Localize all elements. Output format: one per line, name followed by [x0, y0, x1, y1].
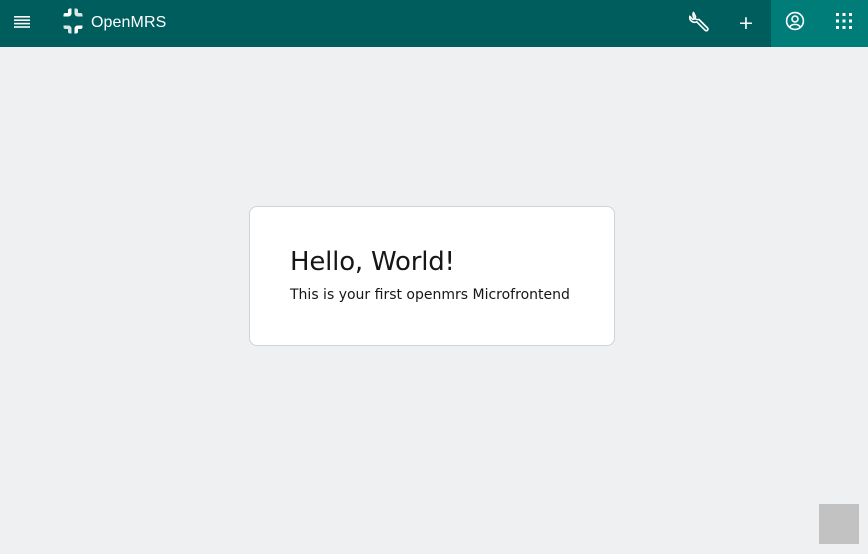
openmrs-logo[interactable]: OpenMRS: [60, 8, 167, 39]
plus-icon: +: [738, 12, 754, 34]
wrench-icon: [688, 10, 711, 37]
hello-world-card: Hello, World! This is your first openmrs…: [249, 206, 615, 346]
user-avatar-icon: [785, 11, 805, 36]
add-button[interactable]: +: [724, 0, 768, 47]
app-switcher-button[interactable]: [819, 0, 868, 47]
hamburger-menu-button[interactable]: [0, 0, 44, 47]
hamburger-menu-icon: [14, 15, 30, 33]
top-navigation-bar: OpenMRS +: [0, 0, 868, 47]
app-grid-icon: [835, 13, 852, 34]
system-administration-button[interactable]: [678, 0, 722, 47]
card-subtitle: This is your first openmrs Microfrontend: [290, 287, 570, 303]
card-title: Hello, World!: [290, 247, 455, 277]
user-menu-button[interactable]: [771, 0, 819, 47]
floating-corner-button[interactable]: [819, 504, 859, 544]
brand-name: OpenMRS: [91, 14, 167, 31]
openmrs-logo-icon: [60, 8, 86, 39]
